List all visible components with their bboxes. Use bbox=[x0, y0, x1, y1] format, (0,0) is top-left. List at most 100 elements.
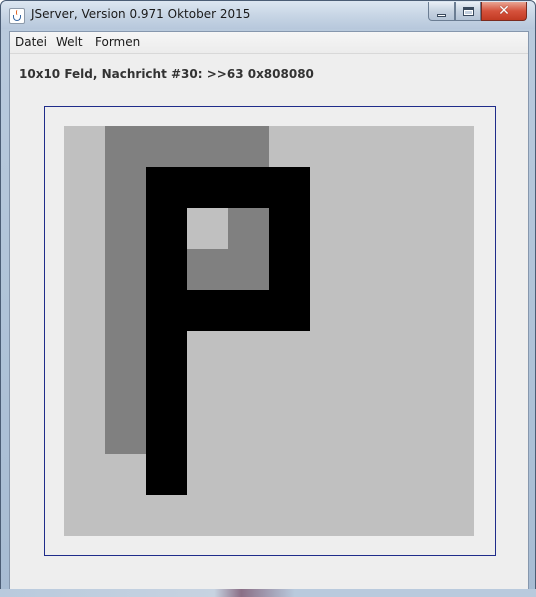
minimize-button[interactable] bbox=[428, 2, 455, 21]
board-cell[interactable] bbox=[228, 290, 269, 331]
board-cell[interactable] bbox=[64, 167, 105, 208]
board-cell[interactable] bbox=[187, 290, 228, 331]
board-cell[interactable] bbox=[105, 495, 146, 536]
board-cell[interactable] bbox=[269, 495, 310, 536]
board-cell[interactable] bbox=[310, 372, 351, 413]
board-cell[interactable] bbox=[64, 126, 105, 167]
board-cell[interactable] bbox=[433, 290, 474, 331]
board-cell[interactable] bbox=[269, 249, 310, 290]
board-cell[interactable] bbox=[392, 331, 433, 372]
board-cell[interactable] bbox=[64, 208, 105, 249]
board-cell[interactable] bbox=[228, 495, 269, 536]
menu-welt[interactable]: Welt bbox=[56, 35, 83, 49]
board-cell[interactable] bbox=[310, 249, 351, 290]
board-cell[interactable] bbox=[392, 167, 433, 208]
board-cell[interactable] bbox=[310, 126, 351, 167]
board-cell[interactable] bbox=[105, 126, 146, 167]
board-cell[interactable] bbox=[187, 126, 228, 167]
board-cell[interactable] bbox=[146, 372, 187, 413]
board-cell[interactable] bbox=[105, 208, 146, 249]
board-cell[interactable] bbox=[351, 413, 392, 454]
board-cell[interactable] bbox=[146, 454, 187, 495]
board-cell[interactable] bbox=[269, 208, 310, 249]
board-cell[interactable] bbox=[228, 331, 269, 372]
board-cell[interactable] bbox=[228, 208, 269, 249]
board-cell[interactable] bbox=[105, 454, 146, 495]
close-button[interactable]: ✕ bbox=[481, 2, 527, 21]
board-cell[interactable] bbox=[269, 413, 310, 454]
board-cell[interactable] bbox=[351, 208, 392, 249]
board-cell[interactable] bbox=[228, 454, 269, 495]
board-cell[interactable] bbox=[105, 290, 146, 331]
board-cell[interactable] bbox=[351, 331, 392, 372]
board-cell[interactable] bbox=[351, 454, 392, 495]
board-cell[interactable] bbox=[351, 126, 392, 167]
board-cell[interactable] bbox=[433, 167, 474, 208]
board-cell[interactable] bbox=[146, 249, 187, 290]
board-cell[interactable] bbox=[269, 454, 310, 495]
board-cell[interactable] bbox=[392, 495, 433, 536]
board-cell[interactable] bbox=[392, 454, 433, 495]
board-cell[interactable] bbox=[64, 454, 105, 495]
board-cell[interactable] bbox=[310, 208, 351, 249]
board-cell[interactable] bbox=[146, 290, 187, 331]
board-cell[interactable] bbox=[310, 454, 351, 495]
board-cell[interactable] bbox=[269, 331, 310, 372]
board-cell[interactable] bbox=[187, 208, 228, 249]
title-bar[interactable]: JServer, Version 0.971 Oktober 2015 ✕ bbox=[1, 1, 535, 29]
board-cell[interactable] bbox=[105, 413, 146, 454]
board-cell[interactable] bbox=[187, 372, 228, 413]
board-cell[interactable] bbox=[228, 249, 269, 290]
board-cell[interactable] bbox=[392, 208, 433, 249]
board-cell[interactable] bbox=[351, 495, 392, 536]
board-cell[interactable] bbox=[187, 495, 228, 536]
board-cell[interactable] bbox=[187, 454, 228, 495]
board-cell[interactable] bbox=[105, 167, 146, 208]
board-cell[interactable] bbox=[228, 413, 269, 454]
board-cell[interactable] bbox=[228, 167, 269, 208]
board-cell[interactable] bbox=[146, 331, 187, 372]
board-cell[interactable] bbox=[187, 249, 228, 290]
maximize-button[interactable] bbox=[455, 2, 481, 21]
board-cell[interactable] bbox=[433, 413, 474, 454]
board-cell[interactable] bbox=[310, 290, 351, 331]
board-cell[interactable] bbox=[269, 290, 310, 331]
board-cell[interactable] bbox=[351, 372, 392, 413]
board-grid[interactable] bbox=[64, 126, 474, 536]
board-cell[interactable] bbox=[392, 372, 433, 413]
board-cell[interactable] bbox=[310, 413, 351, 454]
board-cell[interactable] bbox=[433, 495, 474, 536]
board-cell[interactable] bbox=[392, 126, 433, 167]
board-cell[interactable] bbox=[146, 208, 187, 249]
board-cell[interactable] bbox=[351, 290, 392, 331]
board-cell[interactable] bbox=[228, 126, 269, 167]
board-cell[interactable] bbox=[269, 126, 310, 167]
board-cell[interactable] bbox=[64, 290, 105, 331]
menu-datei[interactable]: Datei bbox=[15, 35, 47, 49]
board-cell[interactable] bbox=[64, 495, 105, 536]
board-cell[interactable] bbox=[310, 331, 351, 372]
board-cell[interactable] bbox=[64, 372, 105, 413]
board-cell[interactable] bbox=[105, 372, 146, 413]
java-cup-icon[interactable] bbox=[9, 8, 25, 24]
board-cell[interactable] bbox=[187, 413, 228, 454]
board-cell[interactable] bbox=[269, 372, 310, 413]
board-cell[interactable] bbox=[105, 249, 146, 290]
board-cell[interactable] bbox=[146, 167, 187, 208]
board-cell[interactable] bbox=[310, 167, 351, 208]
board-cell[interactable] bbox=[433, 454, 474, 495]
board-cell[interactable] bbox=[392, 413, 433, 454]
board-cell[interactable] bbox=[64, 249, 105, 290]
board-cell[interactable] bbox=[433, 208, 474, 249]
board-cell[interactable] bbox=[187, 167, 228, 208]
board-cell[interactable] bbox=[187, 331, 228, 372]
board-cell[interactable] bbox=[228, 372, 269, 413]
board-cell[interactable] bbox=[433, 249, 474, 290]
board-cell[interactable] bbox=[146, 126, 187, 167]
board-cell[interactable] bbox=[392, 290, 433, 331]
board-cell[interactable] bbox=[146, 495, 187, 536]
board-cell[interactable] bbox=[64, 331, 105, 372]
board-cell[interactable] bbox=[433, 126, 474, 167]
board-cell[interactable] bbox=[146, 413, 187, 454]
board-cell[interactable] bbox=[64, 413, 105, 454]
